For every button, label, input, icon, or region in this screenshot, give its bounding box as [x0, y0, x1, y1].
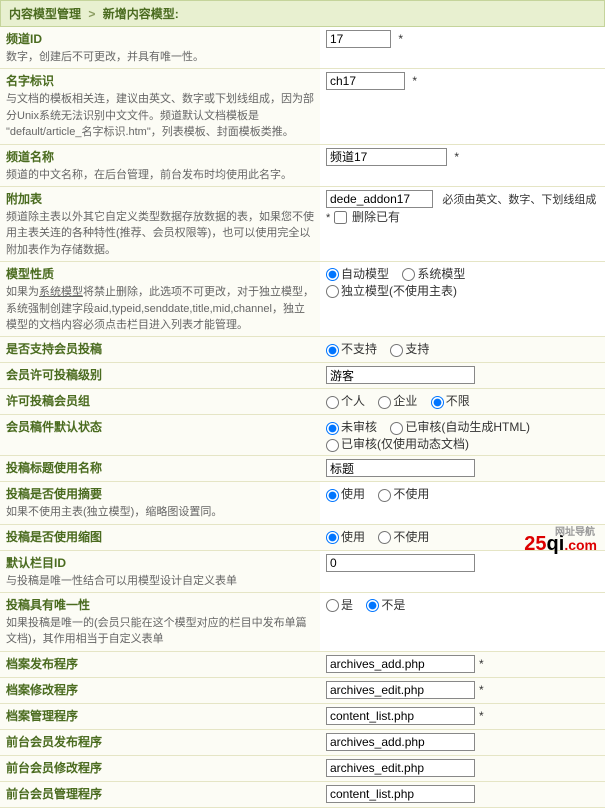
delete-existing-label: 删除已有	[352, 210, 400, 224]
label-channel-name: 频道名称 频道的中文名称，在后台管理，前台发布时均使用此名字。	[0, 144, 320, 186]
delete-existing-checkbox[interactable]	[334, 211, 347, 224]
page-header: 内容模型管理 > 新增内容模型:	[0, 0, 605, 27]
required-star: *	[398, 32, 403, 46]
unique-yes[interactable]: 是	[326, 598, 353, 612]
group-personal[interactable]: 个人	[326, 394, 365, 408]
group-unlimited[interactable]: 不限	[431, 394, 470, 408]
breadcrumb-b: 新增内容模型:	[103, 7, 179, 21]
label-default-cat: 默认栏目ID 与投稿是唯一性结合可以用模型设计自定义表单	[0, 550, 320, 592]
channel-id-input[interactable]	[326, 30, 391, 48]
label-doc-pub: 档案发布程序	[0, 651, 320, 677]
default-cat-input[interactable]	[326, 554, 475, 572]
label-name-mark: 名字标识 与文档的模板相关连，建议由英文、数字或下划线组成，因为部分Unix系统…	[0, 69, 320, 144]
thumb-nouse[interactable]: 不使用	[378, 530, 429, 544]
unique-no[interactable]: 不是	[366, 598, 405, 612]
model-type-auto[interactable]: 自动模型	[326, 267, 389, 281]
doc-pub-input[interactable]	[326, 655, 475, 673]
label-doc-edit: 档案修改程序	[0, 677, 320, 703]
breadcrumb-a: 内容模型管理	[9, 7, 81, 21]
label-title-name: 投稿标题使用名称	[0, 456, 320, 482]
doc-mgr-input[interactable]	[326, 707, 475, 725]
label-addon: 附加表 频道除主表以外其它自定义类型数据存放数据的表，如果您不使用主表关连的各种…	[0, 186, 320, 261]
label-front-pub: 前台会员发布程序	[0, 729, 320, 755]
name-mark-input[interactable]	[326, 72, 405, 90]
label-front-edit: 前台会员修改程序	[0, 755, 320, 781]
label-channel-id: 频道ID 数字，创建后不可更改，并具有唯一性。	[0, 27, 320, 69]
label-doc-mgr: 档案管理程序	[0, 703, 320, 729]
title-name-input[interactable]	[326, 459, 475, 477]
group-enterprise[interactable]: 企业	[378, 394, 417, 408]
status-reviewed-dynamic[interactable]: 已审核(仅使用动态文档)	[326, 437, 469, 451]
label-default-status: 会员稿件默认状态	[0, 415, 320, 456]
label-member-post: 是否支持会员投稿	[0, 337, 320, 363]
label-member-level: 会员许可投稿级别	[0, 363, 320, 389]
channel-name-input[interactable]	[326, 148, 447, 166]
label-use-summary: 投稿是否使用摘要 如果不使用主表(独立模型)，缩略图设置同。	[0, 482, 320, 524]
summary-use[interactable]: 使用	[326, 487, 365, 501]
model-type-system[interactable]: 系统模型	[402, 267, 465, 281]
label-member-group: 许可投稿会员组	[0, 389, 320, 415]
addon-input[interactable]	[326, 190, 433, 208]
front-pub-input[interactable]	[326, 733, 475, 751]
label-use-thumb: 投稿是否使用缩图	[0, 524, 320, 550]
member-post-yes[interactable]: 支持	[390, 342, 429, 356]
label-model-type: 模型性质 如果为系统模型将禁止删除，此选项不可更改，对于独立模型，系统强制创建字…	[0, 262, 320, 337]
summary-nouse[interactable]: 不使用	[378, 487, 429, 501]
front-mgr-input[interactable]	[326, 785, 475, 803]
label-unique: 投稿具有唯一性 如果投稿是唯一的(会员只能在这个模型对应的栏目中发布单篇文档)，…	[0, 593, 320, 652]
thumb-use[interactable]: 使用	[326, 530, 365, 544]
watermark-logo: 网址导航 25qi.com	[524, 533, 597, 556]
breadcrumb-sep: >	[88, 7, 95, 21]
front-edit-input[interactable]	[326, 759, 475, 777]
model-type-standalone[interactable]: 独立模型(不使用主表)	[326, 284, 457, 298]
status-reviewed-html[interactable]: 已审核(自动生成HTML)	[390, 420, 530, 434]
status-unreviewed[interactable]: 未审核	[326, 420, 377, 434]
form-table: 频道ID 数字，创建后不可更改，并具有唯一性。 * 名字标识 与文档的模板相关连…	[0, 27, 605, 808]
doc-edit-input[interactable]	[326, 681, 475, 699]
member-post-no[interactable]: 不支持	[326, 342, 377, 356]
member-level-input[interactable]	[326, 366, 475, 384]
label-front-mgr: 前台会员管理程序	[0, 781, 320, 807]
